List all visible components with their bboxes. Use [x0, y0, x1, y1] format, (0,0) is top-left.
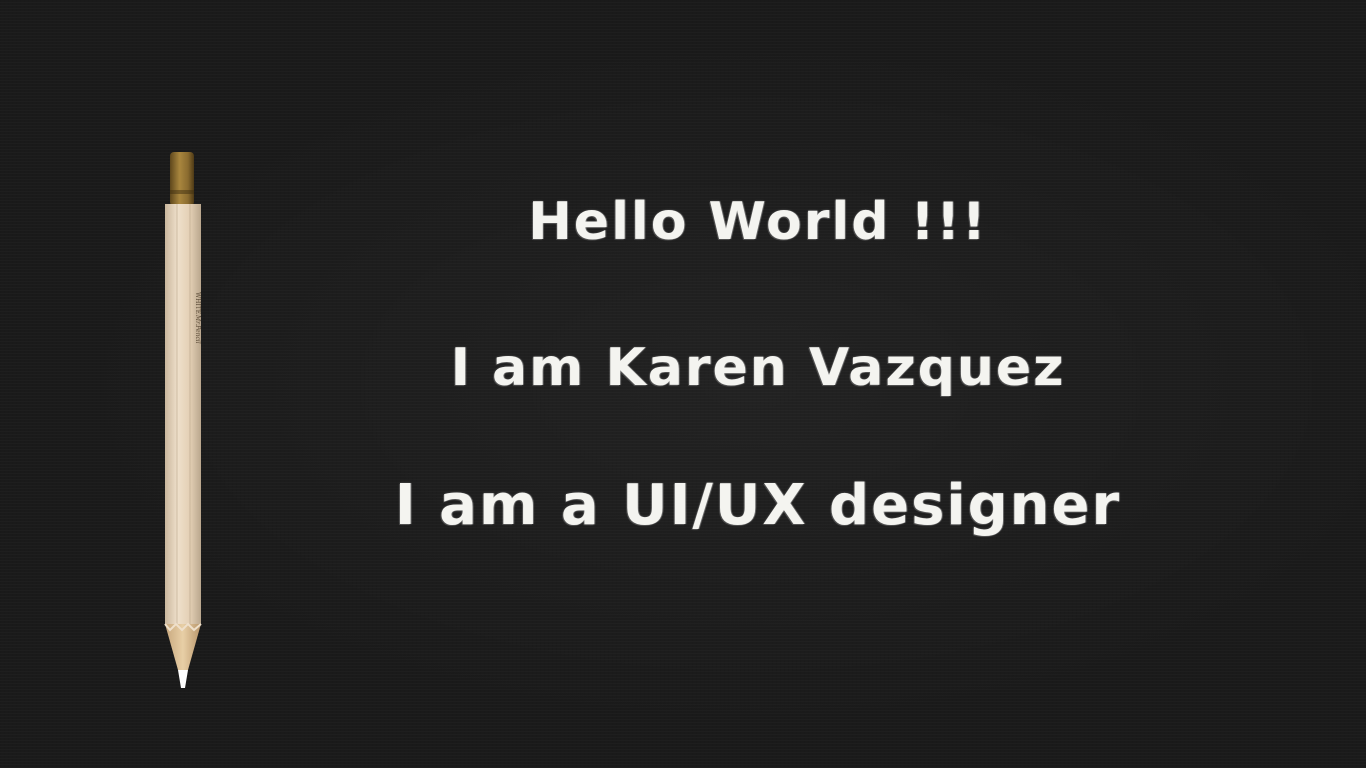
greeting-heading: Hello World !!!: [528, 192, 988, 252]
chalkboard-background: WHITE Mr.Pencil Hello World !!! I am Kar…: [0, 0, 1366, 768]
svg-text:Mr.Pencil: Mr.Pencil: [194, 314, 201, 344]
role-heading: I am a UI/UX designer: [394, 473, 1122, 538]
svg-text:WHITE: WHITE: [194, 292, 201, 314]
pencil-icon: WHITE Mr.Pencil: [160, 150, 208, 692]
intro-heading: I am Karen Vazquez: [450, 338, 1066, 398]
